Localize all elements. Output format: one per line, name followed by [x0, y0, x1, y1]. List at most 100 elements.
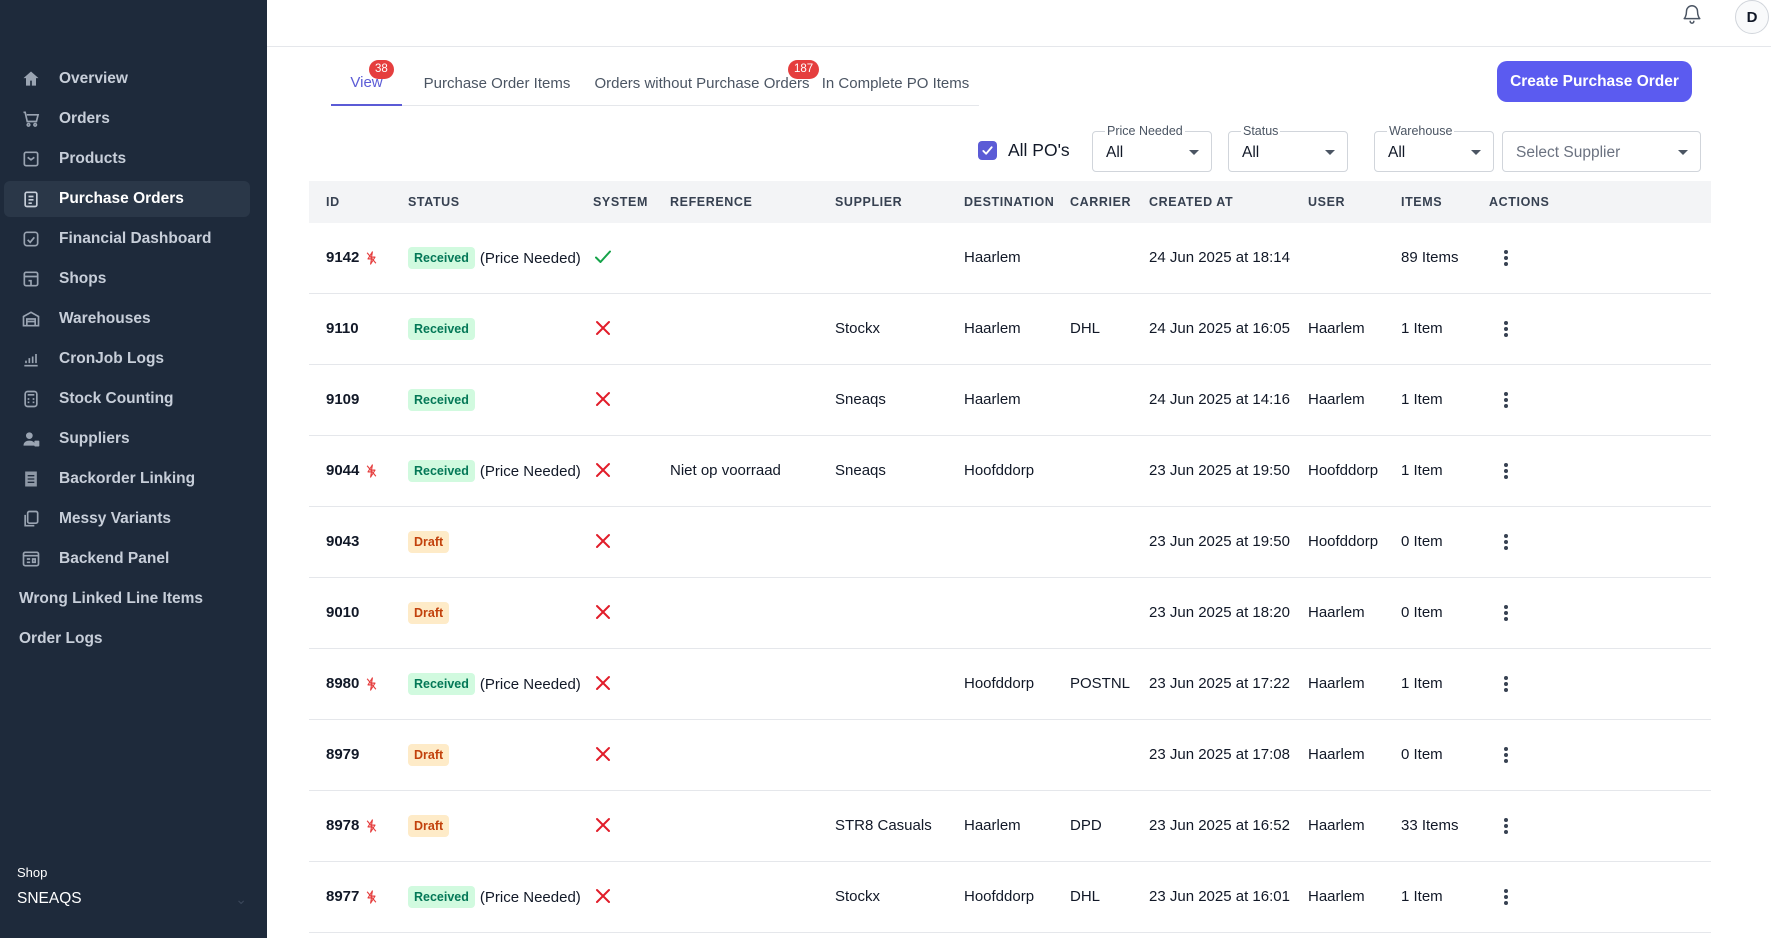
- po-id-cell[interactable]: 8979: [326, 746, 359, 763]
- shop-select[interactable]: SNEAQS ⌄: [17, 890, 247, 908]
- status-badge: Received: [408, 886, 475, 908]
- sidebar-item-label: Purchase Orders: [59, 190, 184, 207]
- tab-view[interactable]: View 38: [331, 60, 402, 106]
- po-id-cell[interactable]: 9109: [326, 391, 359, 408]
- supplier-cell: Stockx: [835, 320, 881, 337]
- table-row[interactable]: 9142 Received (Price Needed) Haarlem 24 Jun …: [309, 223, 1711, 294]
- more-actions-icon[interactable]: [1495, 389, 1517, 411]
- user-cell: Haarlem: [1308, 675, 1365, 692]
- table-row[interactable]: 8980 Received (Price Needed) Hoofddorp POSTN…: [309, 649, 1711, 720]
- supplier-cell: STR8 Casuals: [835, 817, 932, 834]
- more-actions-icon[interactable]: [1495, 602, 1517, 624]
- po-id-cell[interactable]: 8980: [326, 675, 377, 692]
- sidebar-item-financial-dashboard[interactable]: Financial Dashboard: [4, 221, 250, 257]
- sidebar-item-cronjob-logs[interactable]: CronJob Logs: [4, 341, 250, 377]
- sidebar-item-backorder-linking[interactable]: Backorder Linking: [4, 461, 250, 497]
- more-actions-icon[interactable]: [1495, 318, 1517, 340]
- sidebar-item-suppliers[interactable]: Suppliers: [4, 421, 250, 457]
- column-header-id: ID: [326, 195, 340, 209]
- tab-incomplete-po-items[interactable]: In Complete PO Items: [812, 60, 979, 106]
- carrier-cell: DPD: [1070, 817, 1102, 834]
- status-cell: Draft: [408, 602, 450, 624]
- status-cell: Draft: [408, 815, 450, 837]
- copy-icon: [20, 508, 42, 530]
- notification-bell-icon[interactable]: [1681, 3, 1707, 29]
- tab-purchase-order-items[interactable]: Purchase Order Items: [402, 60, 592, 106]
- more-actions-icon[interactable]: [1495, 744, 1517, 766]
- more-actions-icon[interactable]: [1495, 886, 1517, 908]
- more-actions-icon[interactable]: [1495, 673, 1517, 695]
- table-row[interactable]: 8977 Received (Price Needed) Stockx Hoofddor…: [309, 862, 1711, 933]
- caret-down-icon: [1325, 150, 1335, 155]
- create-purchase-order-button[interactable]: Create Purchase Order: [1497, 61, 1692, 102]
- sidebar-item-overview[interactable]: Overview: [4, 61, 250, 97]
- po-id-cell[interactable]: 8977: [326, 888, 377, 905]
- sidebar-item-messy-variants[interactable]: Messy Variants: [4, 501, 250, 537]
- table-row[interactable]: 9044 Received (Price Needed) Niet op voorra…: [309, 436, 1711, 507]
- more-actions-icon[interactable]: [1495, 460, 1517, 482]
- po-id-cell[interactable]: 9142: [326, 249, 377, 266]
- status-badge: Draft: [408, 602, 450, 624]
- sidebar-item-wrong-linked-line-items[interactable]: Wrong Linked Line Items: [4, 581, 250, 617]
- table-row[interactable]: 9043 Draft 23 Jun 2025 at 19:50 Hoofddorp 0 …: [309, 507, 1711, 578]
- destination-cell: Hoofddorp: [964, 888, 1035, 905]
- table-row[interactable]: 9010 Draft 23 Jun 2025 at 18:20 Haarlem 0 It…: [309, 578, 1711, 649]
- more-actions-icon[interactable]: [1495, 815, 1517, 837]
- items-cell: 0 Item: [1401, 533, 1443, 550]
- supplier-cell: Sneaqs: [835, 391, 886, 408]
- table-row[interactable]: 9109 Received Sneaqs Haarlem 24 Jun 2025 at …: [309, 365, 1711, 436]
- caret-down-icon: [1678, 150, 1688, 155]
- all-pos-toggle[interactable]: All PO's: [978, 140, 1070, 161]
- warehouse-icon: [20, 308, 42, 330]
- sidebar-item-warehouses[interactable]: Warehouses: [4, 301, 250, 337]
- column-header-actions: ACTIONS: [1489, 195, 1550, 209]
- sidebar-item-label: Financial Dashboard: [59, 230, 212, 247]
- tab-label: Orders without Purchase Orders: [594, 74, 810, 92]
- price-needed-label: (Price Needed): [479, 462, 581, 480]
- items-cell: 1 Item: [1401, 320, 1443, 337]
- created-at-cell: 23 Jun 2025 at 16:52: [1149, 817, 1290, 834]
- table-body: 9142 Received (Price Needed) Haarlem 24 Jun …: [309, 223, 1711, 933]
- more-actions-icon[interactable]: [1495, 531, 1517, 553]
- shop-selector[interactable]: Shop SNEAQS ⌄: [17, 865, 247, 908]
- sidebar-item-shops[interactable]: Shops: [4, 261, 250, 297]
- warehouse-select[interactable]: Warehouse All: [1374, 124, 1494, 172]
- items-cell: 0 Item: [1401, 746, 1443, 763]
- sidebar-item-backend-panel[interactable]: Backend Panel: [4, 541, 250, 577]
- avatar[interactable]: D: [1735, 0, 1769, 34]
- tab-orders-without-purchase-orders[interactable]: Orders without Purchase Orders 187: [592, 60, 820, 106]
- sidebar-item-products[interactable]: Products: [4, 141, 250, 177]
- supplier-select[interactable]: Select Supplier: [1502, 131, 1701, 172]
- created-at-cell: 23 Jun 2025 at 17:22: [1149, 675, 1290, 692]
- sidebar-item-purchase-orders[interactable]: Purchase Orders: [4, 181, 250, 217]
- all-pos-checkbox[interactable]: [978, 141, 997, 160]
- table-row[interactable]: 8979 Draft 23 Jun 2025 at 17:08 Haarlem 0 It…: [309, 720, 1711, 791]
- more-actions-icon[interactable]: [1495, 247, 1517, 269]
- user-cell: Haarlem: [1308, 391, 1365, 408]
- po-id: 9044: [326, 462, 360, 479]
- tab-label: In Complete PO Items: [821, 74, 970, 92]
- po-id: 9043: [326, 533, 360, 550]
- created-at-cell: 24 Jun 2025 at 14:16: [1149, 391, 1290, 408]
- tab-bar: View 38 Purchase Order Items Orders with…: [331, 60, 979, 106]
- po-id: 9142: [326, 249, 360, 266]
- status-select[interactable]: Status All: [1228, 124, 1348, 172]
- sidebar-item-order-logs[interactable]: Order Logs: [4, 621, 250, 657]
- shop-icon: [20, 268, 42, 290]
- po-id-cell[interactable]: 8978: [326, 817, 377, 834]
- lightning-off-icon: [366, 463, 377, 478]
- table-row[interactable]: 8978 Draft STR8 Casuals Haarlem DPD 23 Jun 20…: [309, 791, 1711, 862]
- x-icon: [593, 318, 613, 338]
- po-id-cell[interactable]: 9044: [326, 462, 377, 479]
- sidebar-item-stock-counting[interactable]: Stock Counting: [4, 381, 250, 417]
- po-id-cell[interactable]: 9110: [326, 320, 359, 337]
- sidebar-item-orders[interactable]: Orders: [4, 101, 250, 137]
- table-row[interactable]: 9110 Received Stockx Haarlem DHL 24 Jun 2025 …: [309, 294, 1711, 365]
- destination-cell: Haarlem: [964, 391, 1021, 408]
- price-needed-select[interactable]: Price Needed All: [1092, 124, 1212, 172]
- user-cell: Haarlem: [1308, 888, 1365, 905]
- home-icon: [20, 68, 42, 90]
- po-id-cell[interactable]: 9043: [326, 533, 359, 550]
- po-id-cell[interactable]: 9010: [326, 604, 359, 621]
- user-cell: Haarlem: [1308, 604, 1365, 621]
